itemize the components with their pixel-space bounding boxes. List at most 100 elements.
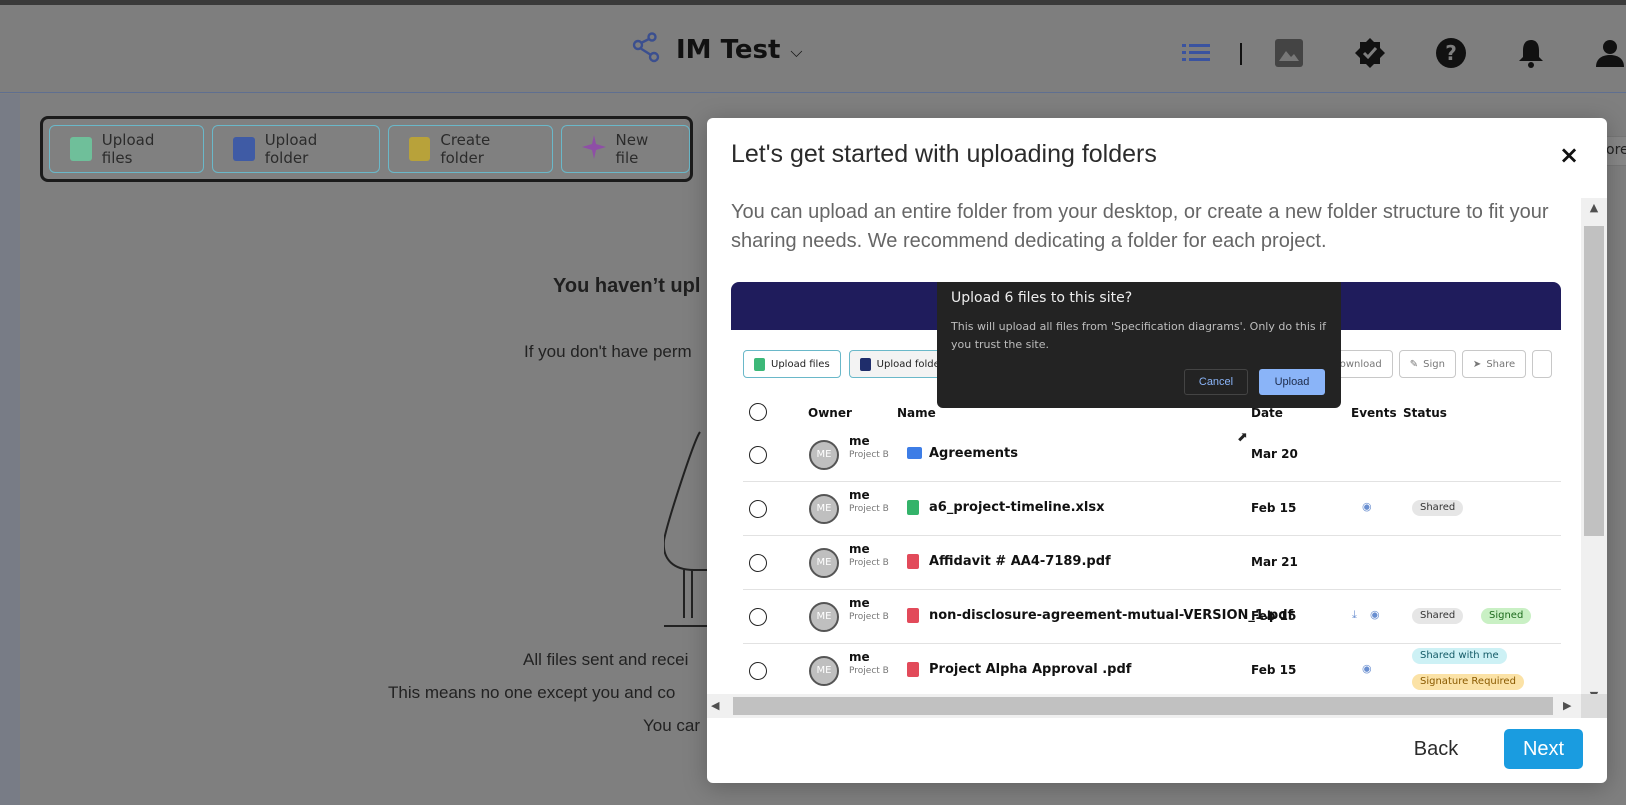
- screenshot-more-button: [1532, 350, 1553, 378]
- owner-name: me: [849, 434, 870, 448]
- row-radio: [749, 554, 767, 572]
- column-name: Name: [897, 406, 936, 420]
- eye-icon: ◉: [1370, 608, 1380, 621]
- spreadsheet-icon: [907, 500, 919, 515]
- status-badge: Signature Required: [1412, 674, 1524, 690]
- status-badge: Shared: [1412, 500, 1464, 516]
- chevron-down-icon: ⌵: [790, 42, 803, 61]
- table-row: ME me Project B Affidavit # AA4-7189.pdf…: [743, 536, 1561, 590]
- avatar: ME: [809, 548, 839, 578]
- file-date: Mar 21: [1251, 555, 1298, 569]
- empty-state-title: You haven’t upl: [553, 275, 701, 297]
- back-button[interactable]: Back: [1401, 730, 1471, 768]
- folder-upload-icon: [859, 357, 871, 371]
- avatar: ME: [809, 440, 839, 470]
- list-view-icon[interactable]: [1180, 37, 1212, 69]
- column-date: Date: [1251, 406, 1283, 420]
- folder-add-icon: [408, 137, 431, 161]
- folder-icon: [907, 447, 922, 459]
- column-owner: Owner: [808, 406, 852, 420]
- screenshot-upload-files-button: Upload files: [743, 350, 841, 378]
- screenshot-share-label: Share: [1486, 358, 1516, 370]
- row-radio: [749, 608, 767, 626]
- onboarding-modal: Let's get started with uploading folders…: [707, 118, 1607, 783]
- scroll-right-icon[interactable]: ▶: [1563, 694, 1571, 718]
- scrollbar-corner: [1581, 694, 1607, 718]
- upload-folder-button[interactable]: Upload folder: [211, 125, 380, 173]
- file-date: Feb 15: [1251, 663, 1297, 677]
- modal-description: You can upload an entire folder from you…: [731, 201, 1549, 252]
- app-header: IM Test ⌵ ?: [0, 5, 1626, 93]
- dialog-title: Upload 6 files to this site?: [951, 290, 1133, 306]
- empty-state-line-3: You car: [643, 716, 701, 735]
- owner-project: Project B: [849, 504, 889, 514]
- help-icon[interactable]: ?: [1435, 37, 1467, 69]
- bell-icon[interactable]: [1515, 37, 1547, 69]
- upload-folder-label: Upload folder: [264, 131, 318, 167]
- upload-files-button[interactable]: Upload files: [49, 125, 204, 173]
- table-row: ME me Project B Agreements Mar 20: [743, 428, 1561, 482]
- empty-state-line-2: This means no one except you and co: [388, 683, 676, 702]
- upload-confirm-dialog: Upload 6 files to this site? This will u…: [937, 282, 1341, 408]
- screenshot-toolbar-right: Download ✎ Sign ➤ Share: [1321, 350, 1553, 378]
- verified-badge-icon[interactable]: [1354, 37, 1386, 69]
- download-icon: ⤓: [1352, 608, 1357, 621]
- workflow-icon: [628, 31, 662, 69]
- close-icon[interactable]: ×: [1556, 142, 1582, 168]
- file-date: Feb 15: [1251, 501, 1297, 515]
- pdf-icon: [907, 608, 919, 623]
- create-folder-label: Create folder: [440, 131, 491, 167]
- empty-state-subtitle: If you don't have perm: [524, 342, 692, 361]
- avatar: ME: [809, 494, 839, 524]
- table-row: ME me Project B non-disclosure-agreement…: [743, 590, 1561, 644]
- send-icon: ➤: [1472, 358, 1482, 370]
- dialog-upload-button: Upload: [1259, 369, 1325, 395]
- horizontal-scrollbar[interactable]: ◀ ▶: [707, 694, 1607, 718]
- gallery-icon[interactable]: [1273, 37, 1305, 69]
- owner-name: me: [849, 650, 870, 664]
- user-icon[interactable]: [1594, 37, 1626, 69]
- screenshot-share-button: ➤ Share: [1461, 350, 1527, 378]
- file-upload-icon: [754, 357, 765, 371]
- column-status: Status: [1403, 406, 1447, 420]
- sign-icon: ✎: [1409, 358, 1419, 370]
- table-row: ME me Project B Project Alpha Approval .…: [743, 644, 1561, 694]
- file-name: non-disclosure-agreement-mutual-VERSION_…: [929, 608, 1294, 623]
- select-all-radio: [749, 403, 767, 421]
- new-file-button[interactable]: New file: [560, 125, 691, 173]
- svg-text:?: ?: [1445, 41, 1457, 65]
- scroll-thumb[interactable]: [733, 697, 1553, 715]
- pdf-icon: [907, 554, 919, 569]
- scroll-thumb[interactable]: [1584, 226, 1604, 536]
- file-toolbar: Upload files Upload folder Create folder…: [40, 116, 693, 182]
- file-date: Feb 15: [1251, 609, 1297, 623]
- file-name: a6_project-timeline.xlsx: [929, 500, 1105, 515]
- create-folder-button[interactable]: Create folder: [387, 125, 553, 173]
- file-upload-icon: [70, 137, 92, 161]
- tutorial-screenshot: Upload files Upload folder Download ✎ Sig…: [731, 282, 1561, 694]
- owner-project: Project B: [849, 666, 889, 676]
- left-sidebar: [0, 94, 20, 805]
- new-file-label: New file: [615, 131, 649, 167]
- workspace-switcher[interactable]: IM Test ⌵: [628, 31, 803, 69]
- folder-upload-icon: [232, 137, 255, 161]
- cursor-icon: ⬈: [1237, 430, 1248, 445]
- scroll-left-icon[interactable]: ◀: [711, 694, 719, 718]
- file-name: Agreements: [929, 446, 1018, 461]
- upload-files-label: Upload files: [101, 131, 155, 167]
- scroll-up-icon[interactable]: ▲: [1581, 198, 1607, 218]
- owner-project: Project B: [849, 612, 889, 622]
- table-row: ME me Project B a6_project-timeline.xlsx…: [743, 482, 1561, 536]
- next-button[interactable]: Next: [1504, 729, 1583, 769]
- owner-project: Project B: [849, 558, 889, 568]
- screenshot-sign-label: Sign: [1423, 358, 1445, 370]
- screenshot-sign-button: ✎ Sign: [1398, 350, 1456, 378]
- file-date: Mar 20: [1251, 447, 1298, 461]
- status-badge: Shared: [1412, 608, 1464, 624]
- vertical-scrollbar[interactable]: ▲ ▼: [1581, 198, 1607, 706]
- row-radio: [749, 446, 767, 464]
- row-radio: [749, 500, 767, 518]
- row-radio: [749, 662, 767, 680]
- workspace-title: IM Test: [676, 35, 781, 65]
- eye-icon: ◉: [1362, 662, 1372, 675]
